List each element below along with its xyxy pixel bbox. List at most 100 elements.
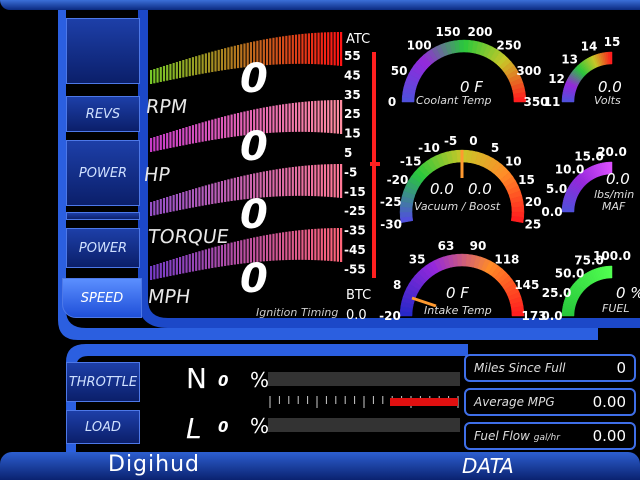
average-mpg-value: 0.00 [592, 393, 626, 411]
timing-tick-label: 45 [344, 68, 361, 82]
volts-gauge-tick: 12 [548, 72, 565, 86]
maf-gauge-tick: 0.0 [541, 205, 562, 219]
fuel-flow-unit: gal/hr [533, 433, 560, 443]
nav-revs-button[interactable]: REVS [66, 96, 140, 132]
vacuum-caption: Vacuum / Boost [414, 200, 501, 213]
load-bar [268, 418, 460, 432]
torque-label: TORQUE [146, 226, 231, 248]
nav-load-button[interactable]: LOAD [66, 410, 140, 444]
footer-app-name: Digihud [108, 452, 200, 477]
miles-since-full-value: 0 [616, 359, 626, 377]
fuel-value: 0 % [616, 284, 640, 302]
timing-tick-label: -35 [344, 224, 366, 238]
nav-power2-button[interactable]: POWER [66, 228, 140, 268]
timing-tick-label: 35 [344, 88, 361, 102]
fuel-gauge-tick: 0.0 [541, 309, 562, 323]
vacuum-gauge-tick: 15 [518, 173, 535, 187]
vacuum-value-left: 0.0 [430, 180, 454, 198]
redline-zone [390, 398, 458, 406]
vacuum-gauge-tick: -30 [380, 218, 402, 232]
hp-label: HP [142, 164, 172, 186]
throttle-pct: % [250, 368, 270, 392]
coolant-gauge-tick: 150 [435, 25, 460, 39]
miles-since-full-box: Miles Since Full 0 [464, 354, 636, 382]
fuel-gauge-tick: 25.0 [542, 286, 572, 300]
percent-tick-scale [269, 396, 459, 408]
nav-power2-label: POWER [78, 240, 128, 256]
mph-label: MPH [146, 286, 192, 308]
timing-scale: 55 45 35 25 15 5 -5 -15 -25 -35 -45 -55 [344, 50, 380, 278]
nav-throttle-label: THROTTLE [68, 374, 138, 390]
coolant-gauge-tick: 0 [388, 95, 396, 109]
nav-divider [66, 212, 140, 220]
nav-revs-label: REVS [85, 106, 121, 122]
timing-tick-label: -45 [344, 243, 366, 257]
intake-gauge-tick: 90 [470, 239, 487, 253]
vacuum-gauge-tick: -25 [380, 195, 402, 209]
maf-value: 0.0 [606, 170, 630, 188]
maf-gauge-tick: 10.0 [555, 163, 585, 177]
nav-throttle-button[interactable]: THROTTLE [66, 362, 140, 402]
timing-tick-label: 15 [344, 127, 361, 141]
vacuum-value-right: 0.0 [468, 180, 492, 198]
coolant-gauge-tick: 200 [467, 25, 492, 39]
fuel-flow-value: 0.00 [592, 427, 626, 445]
vacuum-gauge-tick: -20 [387, 173, 409, 187]
throttle-bar [268, 372, 460, 386]
volts-gauge-tick: 11 [544, 95, 561, 109]
fuel-gauge-tick: 100.0 [593, 249, 631, 263]
nav-power-label: POWER [78, 165, 128, 181]
sensor-gauges: 050100150 2002503003500 FCoolant Temp 1112… [379, 25, 640, 323]
fuel-flow-box: Fuel Flow gal/hr 0.00 [464, 422, 636, 450]
fuel-flow-label: Fuel Flow [474, 429, 530, 443]
timing-btc-label: BTC [346, 288, 372, 303]
intake-gauge-tick: 145 [514, 278, 539, 292]
maf-caption: MAF [602, 200, 626, 213]
average-mpg-box: Average MPG 0.00 [464, 388, 636, 416]
vacuum-gauge-tick: 0 [469, 134, 477, 148]
fuel-flow-label-group: Fuel Flow gal/hr [474, 429, 560, 443]
load-pct: % [250, 414, 270, 438]
timing-tick-label: -5 [344, 165, 357, 179]
timing-atc-label: ATC [346, 32, 371, 47]
mph-value: 0 [240, 256, 268, 302]
nav-speed-label: SPEED [80, 290, 124, 306]
maf-gauge-tick: 20.0 [597, 145, 627, 159]
coolant-gauge-tick: 100 [407, 39, 432, 53]
blank-nav-tile [66, 18, 140, 84]
rpm-label: RPM [144, 96, 189, 118]
intake-gauge-tick: 35 [409, 253, 426, 267]
rpm-value: 0 [240, 56, 268, 102]
volts-gauge-tick: 13 [561, 53, 578, 67]
nav-load-label: LOAD [85, 419, 121, 435]
vacuum-gauge-tick: -5 [444, 134, 457, 148]
bottom-bar [0, 452, 640, 480]
intake-caption: Intake Temp [424, 304, 492, 317]
throttle-value: 0 [218, 372, 229, 390]
nav-speed-button[interactable]: SPEED [62, 278, 142, 318]
average-mpg-label: Average MPG [474, 395, 555, 409]
vacuum-gauge-tick: 10 [505, 154, 522, 168]
coolant-gauge-tick: 50 [391, 64, 408, 78]
vacuum-gauge: -30 -25 -20 -15-10 -5 05 10 15 20 25 [380, 134, 542, 232]
torque-value: 0 [240, 192, 268, 238]
fuel-caption: FUEL [602, 302, 629, 315]
volts-gauge-tick: 15 [604, 35, 621, 49]
miles-since-full-label: Miles Since Full [474, 361, 566, 375]
coolant-gauge-tick: 300 [516, 64, 541, 78]
timing-tick-label: 55 [344, 50, 361, 63]
timing-tick-label: -15 [344, 185, 366, 199]
vacuum-gauge-tick: 25 [525, 218, 542, 232]
timing-tick-label: 5 [344, 146, 352, 160]
footer-data-label[interactable]: DATA [462, 454, 514, 478]
coolant-caption: Coolant Temp [416, 94, 492, 107]
load-value: 0 [218, 418, 229, 436]
intake-value: 0 F [446, 284, 469, 302]
volts-caption: Volts [594, 94, 621, 107]
timing-tick-label: 25 [344, 107, 361, 121]
throttle-letter: N [186, 362, 207, 395]
load-letter: L [186, 412, 202, 445]
nav-power-button[interactable]: POWER [66, 140, 140, 206]
fuel-gauge-tick: 50.0 [555, 267, 585, 281]
hp-value: 0 [240, 124, 268, 170]
